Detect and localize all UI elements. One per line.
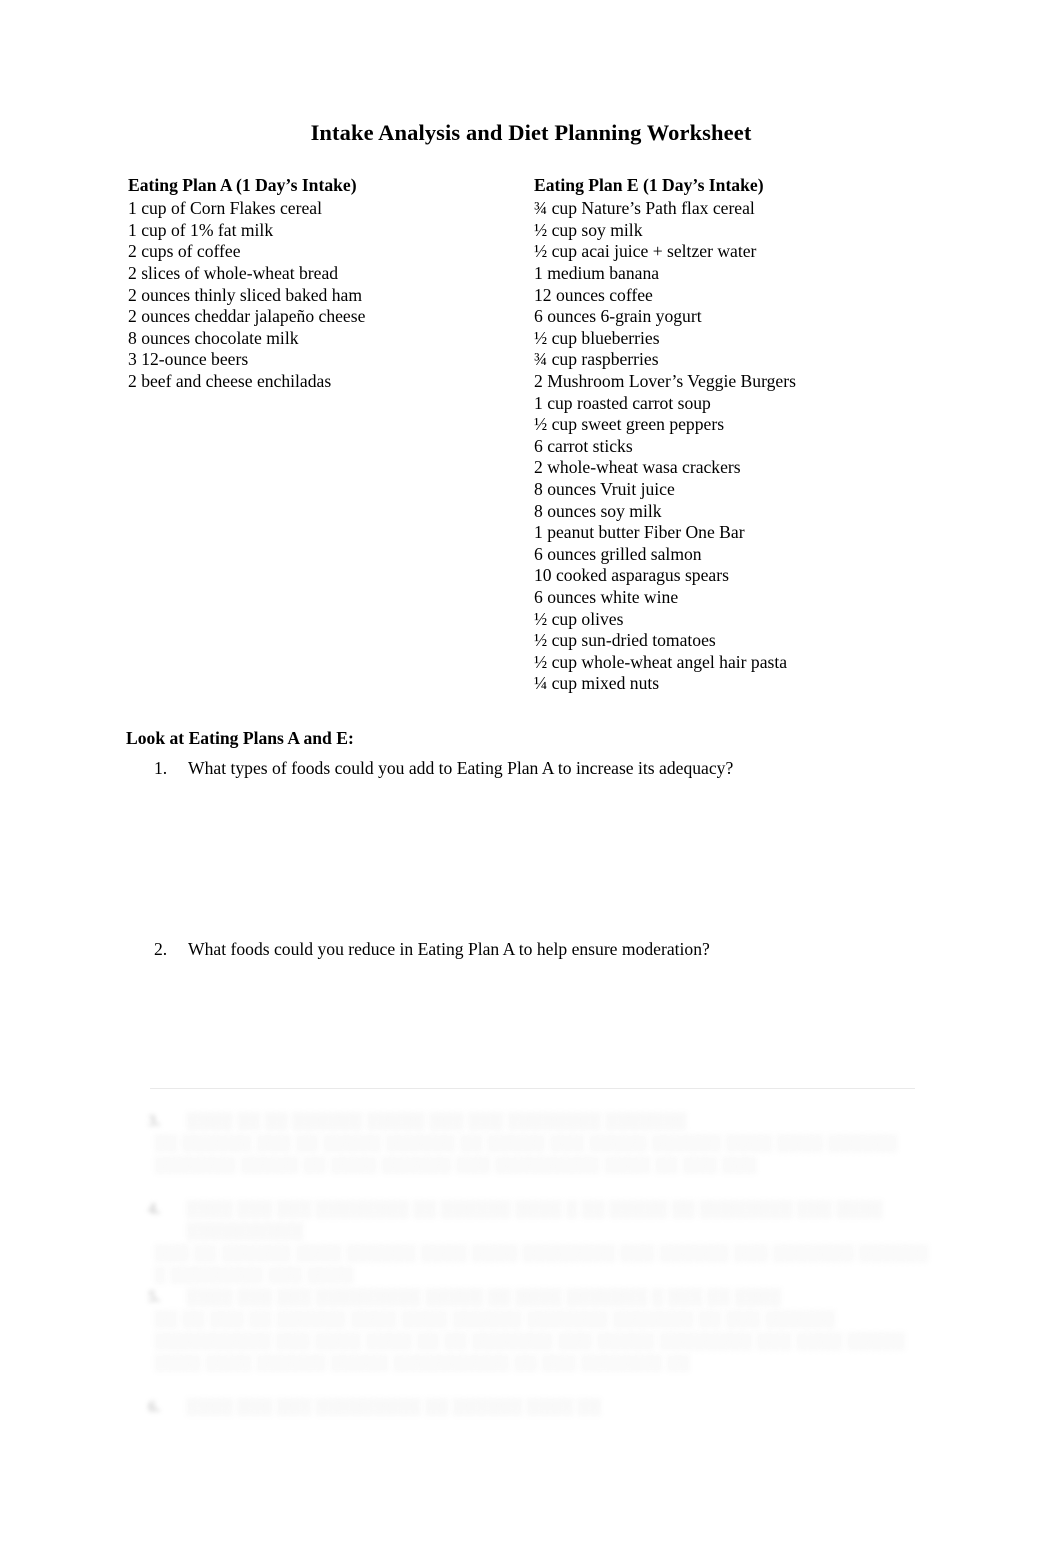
question-item-2: 2. What foods could you reduce in Eating… [126, 938, 956, 961]
faded-question-text: ░░░░ ░░ ░░ ░░░░░░ ░░░░░ ░░░ ░░░ ░░░░░░░░… [186, 1111, 687, 1130]
eating-plan-a-heading: Eating Plan A (1 Day’s Intake) [128, 175, 357, 195]
list-item: 1 peanut butter Fiber One Bar [534, 522, 745, 543]
faded-question: 5. ░░░░ ░░░ ░░░ ░░░░░░░░░ ░░░░░ ░░ ░░░░ … [126, 1286, 936, 1308]
faded-question-number: 5. [148, 1287, 161, 1306]
worksheet-page: Intake Analysis and Diet Planning Worksh… [0, 0, 1062, 1556]
faded-answer-text: ░░ ░░░░░░ ░░░ ░░ ░░░░░ ░░░░░░ ░░ ░░░░░ ░… [154, 1133, 898, 1174]
list-item: ½ cup sweet green peppers [534, 414, 725, 435]
list-item: 1 medium banana [534, 263, 660, 284]
faded-question-number: 4. [148, 1199, 161, 1218]
question-text: What foods could you reduce in Eating Pl… [188, 938, 710, 959]
faded-block: 4. ░░░░ ░░░ ░░░ ░░░░░░░░ ░░ ░░░░░░ ░░░░ … [126, 1198, 936, 1286]
list-item: 2 cups of coffee [128, 241, 241, 262]
list-item: 1 cup roasted carrot soup [534, 392, 711, 413]
list-item: 2 beef and cheese enchiladas [128, 371, 332, 391]
list-item: 2 ounces thinly sliced baked ham [128, 284, 363, 305]
list-item: 8 ounces soy milk [534, 500, 662, 521]
list-item: 8 ounces chocolate milk [128, 327, 299, 348]
list-item: 6 ounces 6-grain yogurt [534, 306, 702, 327]
question-number: 1. [154, 757, 168, 778]
list-item: 6 carrot sticks [534, 435, 633, 456]
list-item: 2 ounces cheddar jalapeño cheese [128, 306, 366, 327]
list-item: ¾ cup raspberries [534, 349, 659, 370]
faded-question: 6. ░░░░ ░░░ ░░░ ░░░░░░░░░ ░░ ░░░░░░ ░░░░… [126, 1396, 936, 1418]
questions-section: Look at Eating Plans A and E: 1. What ty… [126, 727, 956, 961]
eating-plan-e-list: ¾ cup Nature’s Path flax cereal ½ cup so… [534, 198, 944, 695]
list-item: 6 ounces white wine [534, 586, 679, 607]
page-title: Intake Analysis and Diet Planning Worksh… [310, 120, 752, 145]
faded-lower-section: 3. ░░░░ ░░ ░░ ░░░░░░ ░░░░░ ░░░ ░░░ ░░░░░… [0, 1080, 1062, 1500]
question-text: What types of foods could you add to Eat… [188, 757, 734, 778]
faded-block: 3. ░░░░ ░░ ░░ ░░░░░░ ░░░░░ ░░░ ░░░ ░░░░░… [126, 1110, 936, 1176]
faded-question-number: 6. [148, 1397, 161, 1416]
eating-plan-e-heading: Eating Plan E (1 Day’s Intake) [534, 175, 764, 195]
faded-block: 5. ░░░░ ░░░ ░░░ ░░░░░░░░░ ░░░░░ ░░ ░░░░ … [126, 1286, 936, 1374]
eating-plan-e-column: Eating Plan E (1 Day’s Intake) ¾ cup Nat… [534, 174, 944, 695]
list-item: ½ cup olives [534, 608, 624, 629]
questions-heading: Look at Eating Plans A and E: [126, 728, 354, 748]
faded-answer-text: ░░ ░░ ░░░ ░░ ░░░░░░ ░░░░ ░░░░ ░░░░░░ ░░░… [154, 1309, 905, 1372]
list-item: 12 ounces coffee [534, 284, 653, 305]
list-item: 2 slices of whole-wheat bread [128, 263, 339, 284]
list-item: ¼ cup mixed nuts [534, 673, 660, 694]
list-item: ½ cup blueberries [534, 327, 660, 348]
faded-question-text: ░░░░ ░░░ ░░░ ░░░░░░░░░ ░░░░░ ░░ ░░░░ ░░░… [186, 1287, 781, 1306]
list-item: 1 cup of Corn Flakes cereal [128, 198, 322, 219]
question-number: 2. [154, 938, 168, 959]
faded-question-text: ░░░░ ░░░ ░░░ ░░░░░░░░ ░░ ░░░░░░ ░░░░ ░ ░… [186, 1199, 883, 1240]
eating-plan-a-column: Eating Plan A (1 Day’s Intake) 1 cup of … [128, 174, 518, 393]
faded-question-text: ░░░░ ░░░ ░░░ ░░░░░░░░░ ░░ ░░░░░░ ░░░░ ░░ [186, 1397, 601, 1416]
question-item-1: 1. What types of foods could you add to … [126, 757, 956, 780]
eating-plan-a-list: 1 cup of Corn Flakes cereal 1 cup of 1% … [128, 198, 518, 392]
list-item: 2 Mushroom Lover’s Veggie Burgers [534, 371, 796, 391]
list-item: 3 12-ounce beers [128, 349, 249, 370]
list-item: ½ cup whole-wheat angel hair pasta [534, 651, 788, 672]
horizontal-divider [150, 1088, 915, 1089]
list-item: ¾ cup Nature’s Path flax cereal [534, 198, 755, 219]
list-item: ½ cup soy milk [534, 219, 643, 240]
faded-question: 4. ░░░░ ░░░ ░░░ ░░░░░░░░ ░░ ░░░░░░ ░░░░ … [126, 1198, 936, 1242]
faded-block: 6. ░░░░ ░░░ ░░░ ░░░░░░░░░ ░░ ░░░░░░ ░░░░… [126, 1396, 936, 1418]
faded-question: 3. ░░░░ ░░ ░░ ░░░░░░ ░░░░░ ░░░ ░░░ ░░░░░… [126, 1110, 936, 1132]
list-item: 8 ounces Vruit juice [534, 478, 675, 499]
faded-answer-text: ░░░ ░░ ░░░░░░ ░░░░ ░░░░░░ ░░░░ ░░░░ ░░░░… [154, 1243, 929, 1284]
list-item: 6 ounces grilled salmon [534, 543, 702, 564]
faded-question-number: 3. [148, 1111, 161, 1130]
list-item: 10 cooked asparagus spears [534, 565, 729, 586]
list-item: 2 whole-wheat wasa crackers [534, 457, 741, 478]
list-item: 1 cup of 1% fat milk [128, 219, 274, 240]
list-item: ½ cup acai juice + seltzer water [534, 241, 757, 262]
list-item: ½ cup sun-dried tomatoes [534, 630, 716, 651]
